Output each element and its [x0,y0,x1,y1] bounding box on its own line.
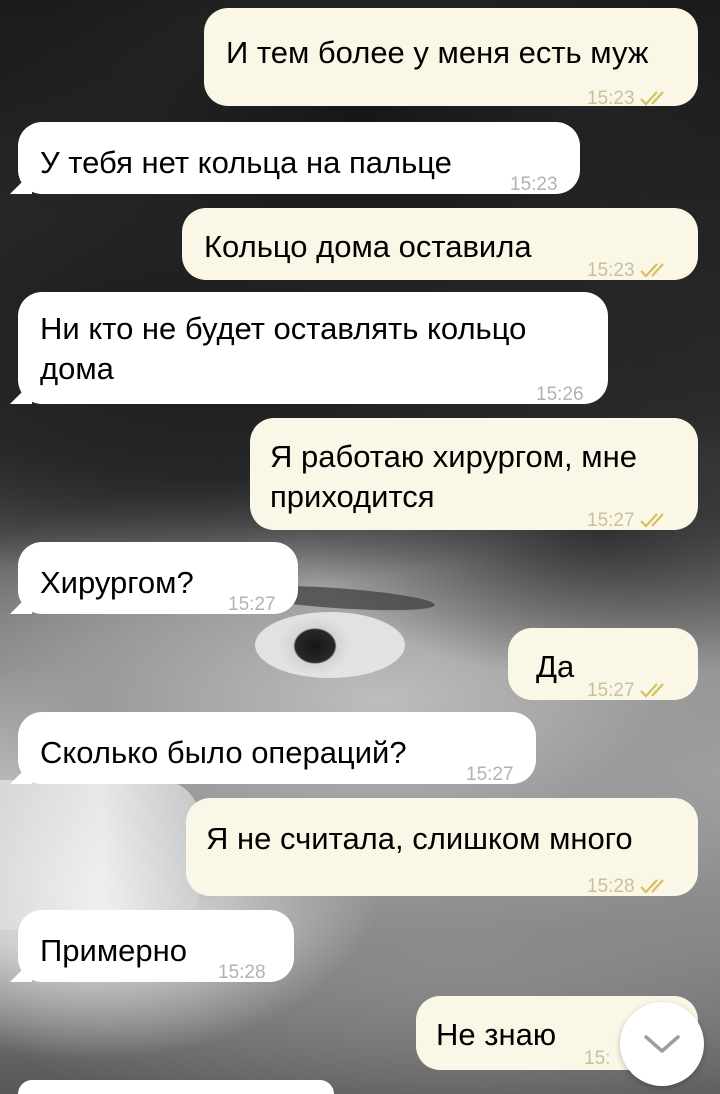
message-time: 15:27 [466,764,514,785]
message-bubble-incoming[interactable]: У тебя нет кольца на пальце 15:23 [18,122,580,195]
read-ticks-icon [639,512,673,528]
message-meta: 15:23 [587,78,673,120]
message-text-line-2: приходится [270,479,435,514]
message-meta: 15:27 [228,584,276,626]
message-time: 15:23 [587,88,635,109]
message-text: Сколько было операций? [40,735,407,770]
message-meta: 15:27 [587,670,673,712]
message-time: 15: [584,1048,611,1069]
message-text-line-1: Я работаю хирургом, мне [270,439,637,474]
message-meta: 15:28 [218,952,266,994]
message-bubble-incoming[interactable]: Сколько было операций? 15:27 [18,712,536,785]
message-bubble-incoming[interactable]: Хирургом? 15:27 [18,542,298,615]
message-text-line-2: дома [40,351,114,386]
message-time: 15:23 [510,174,558,195]
message-text: Хирургом? [40,565,194,600]
scroll-to-bottom-button[interactable] [620,1002,704,1086]
message-time: 15:27 [587,680,635,701]
message-bubble-outgoing[interactable]: Да 15:27 [508,628,698,701]
message-bubble-incoming-partial[interactable] [18,1080,334,1094]
message-time: 15:23 [587,260,635,281]
message-meta: 15:26 [536,374,584,416]
message-text: Кольцо дома оставила [204,229,532,264]
message-time: 15:28 [587,876,635,897]
wallpaper-detail-eye [255,612,405,678]
read-ticks-icon [639,262,673,278]
read-ticks-icon [639,878,673,894]
message-bubble-outgoing[interactable]: Я не считала, слишком много 15:28 [186,798,698,897]
message-text: И тем более у меня есть муж [226,35,649,70]
message-meta: 15:23 [587,250,673,292]
message-bubble-outgoing[interactable]: Кольцо дома оставила 15:23 [182,208,698,281]
message-meta: 15:28 [587,866,673,908]
message-time: 15:28 [218,962,266,983]
message-text-line-1: Ни кто не будет оставлять кольцо [40,311,527,346]
message-time: 15:27 [587,510,635,531]
message-time: 15:27 [228,594,276,615]
message-text: Примерно [40,933,187,968]
wallpaper-detail-sleeve [0,780,200,930]
chevron-down-icon [644,1035,680,1053]
message-bubble-outgoing[interactable]: И тем более у меня есть муж 15:23 [204,8,698,109]
message-meta: 15:23 [510,164,558,206]
message-meta: 15: [584,1038,610,1080]
message-bubble-outgoing[interactable]: Я работаю хирургом, мне приходится 15:27 [250,418,698,531]
message-time: 15:26 [536,384,584,405]
message-text: Не знаю [436,1017,557,1052]
message-text: Да [536,649,575,684]
message-meta: 15:27 [587,500,673,542]
read-ticks-icon [639,90,673,106]
message-text: Я не считала, слишком много [206,821,633,856]
message-bubble-incoming[interactable]: Ни кто не будет оставлять кольцо дома 15… [18,292,608,405]
message-bubble-incoming[interactable]: Примерно 15:28 [18,910,294,983]
message-meta: 15:27 [466,754,514,796]
read-ticks-icon [639,682,673,698]
message-text: У тебя нет кольца на пальце [40,145,452,180]
